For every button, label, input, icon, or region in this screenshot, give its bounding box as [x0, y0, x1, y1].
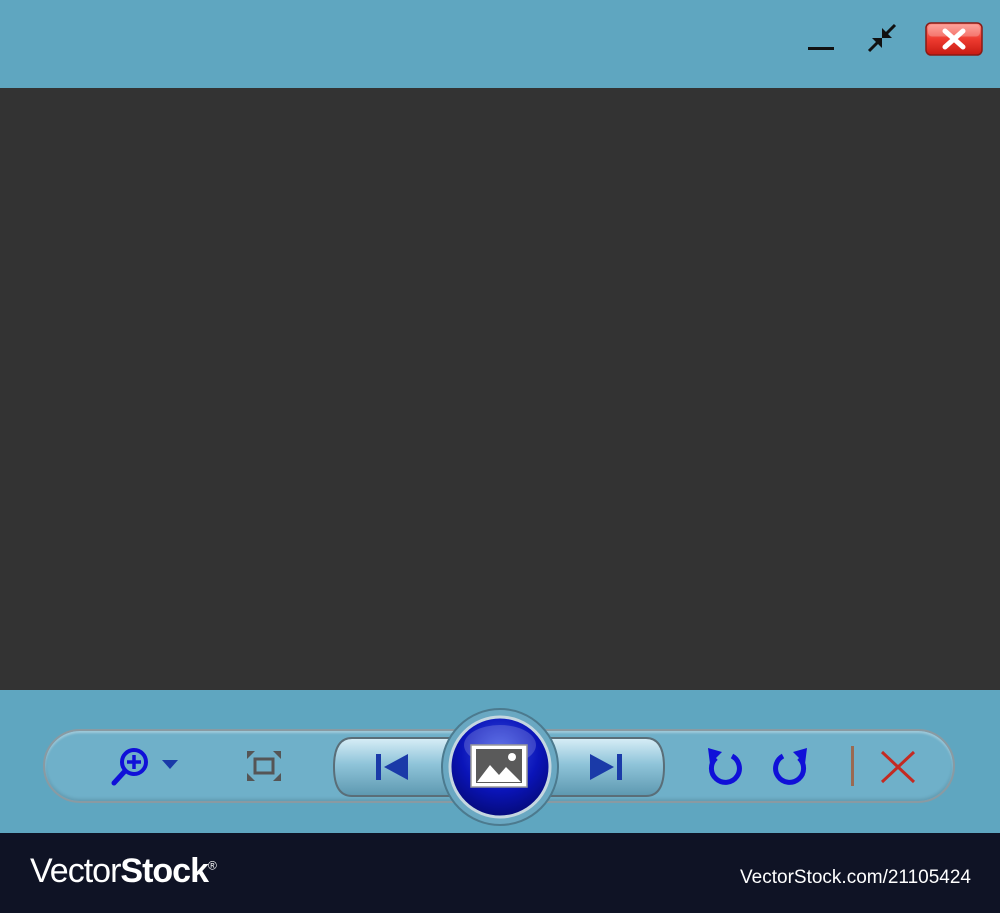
- fit-window-icon[interactable]: [244, 748, 284, 784]
- minimize-icon[interactable]: [806, 34, 836, 54]
- zoom-in-icon: [111, 748, 148, 786]
- restore-icon[interactable]: [866, 22, 898, 54]
- stock-id: VectorStock.com/21105424: [740, 867, 971, 888]
- delete-x-icon[interactable]: [876, 746, 920, 786]
- skip-previous-icon[interactable]: [368, 748, 416, 786]
- chevron-down-icon: [162, 760, 178, 769]
- rotate-clockwise-icon[interactable]: [769, 744, 813, 788]
- image-viewport[interactable]: [0, 88, 1000, 690]
- image-icon: [470, 744, 528, 788]
- brand-text-stock: Stock: [120, 852, 209, 890]
- slideshow-button[interactable]: [440, 707, 560, 827]
- toolbar-divider: [851, 746, 854, 786]
- close-button[interactable]: [925, 22, 983, 56]
- zoom-in-button[interactable]: [108, 744, 188, 788]
- skip-next-icon[interactable]: [582, 748, 630, 786]
- brand-text-vector: Vector: [30, 852, 121, 890]
- rotate-counterclockwise-icon[interactable]: [702, 744, 746, 788]
- brand-logo: VectorStock®: [30, 852, 217, 892]
- title-bar: [0, 0, 1000, 88]
- registered-mark: ®: [207, 858, 217, 873]
